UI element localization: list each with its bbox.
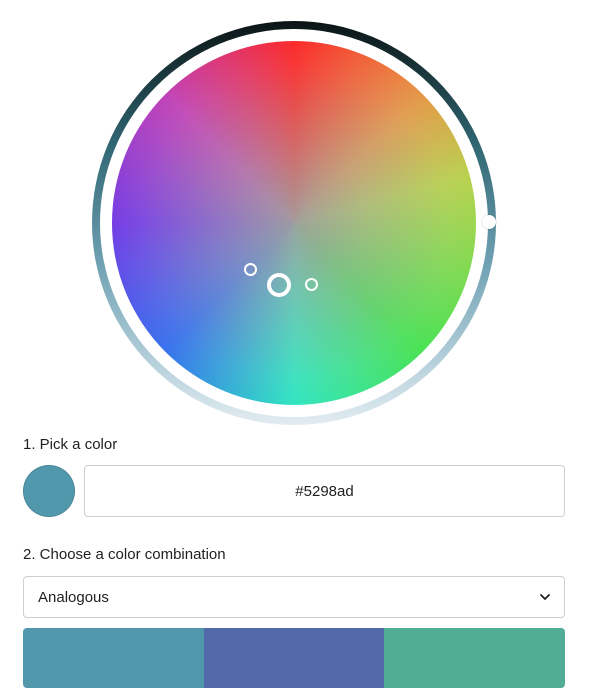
combination-label: 2. Choose a color combination	[23, 546, 226, 563]
brightness-handle[interactable]	[482, 215, 496, 229]
palette-color-3[interactable]	[384, 628, 565, 688]
hue-wheel[interactable]	[112, 41, 476, 405]
saturation-overlay	[112, 41, 476, 405]
color-wheel[interactable]	[92, 21, 496, 425]
pick-color-label: 1. Pick a color	[23, 436, 118, 453]
palette-color-2[interactable]	[203, 628, 385, 688]
analogous-marker-left[interactable]	[244, 263, 257, 276]
selected-color-swatch[interactable]	[23, 465, 75, 517]
hex-color-input[interactable]	[84, 465, 565, 517]
combination-select[interactable]: Analogous	[23, 576, 565, 618]
chevron-down-icon	[540, 594, 550, 600]
selected-color-marker[interactable]	[267, 273, 291, 297]
palette-color-1[interactable]	[23, 628, 204, 688]
color-palette	[23, 628, 565, 688]
color-wheel-page: 1. Pick a color 2. Choose a color combin…	[0, 0, 590, 700]
analogous-marker-right[interactable]	[305, 278, 318, 291]
combination-select-value: Analogous	[38, 589, 109, 606]
